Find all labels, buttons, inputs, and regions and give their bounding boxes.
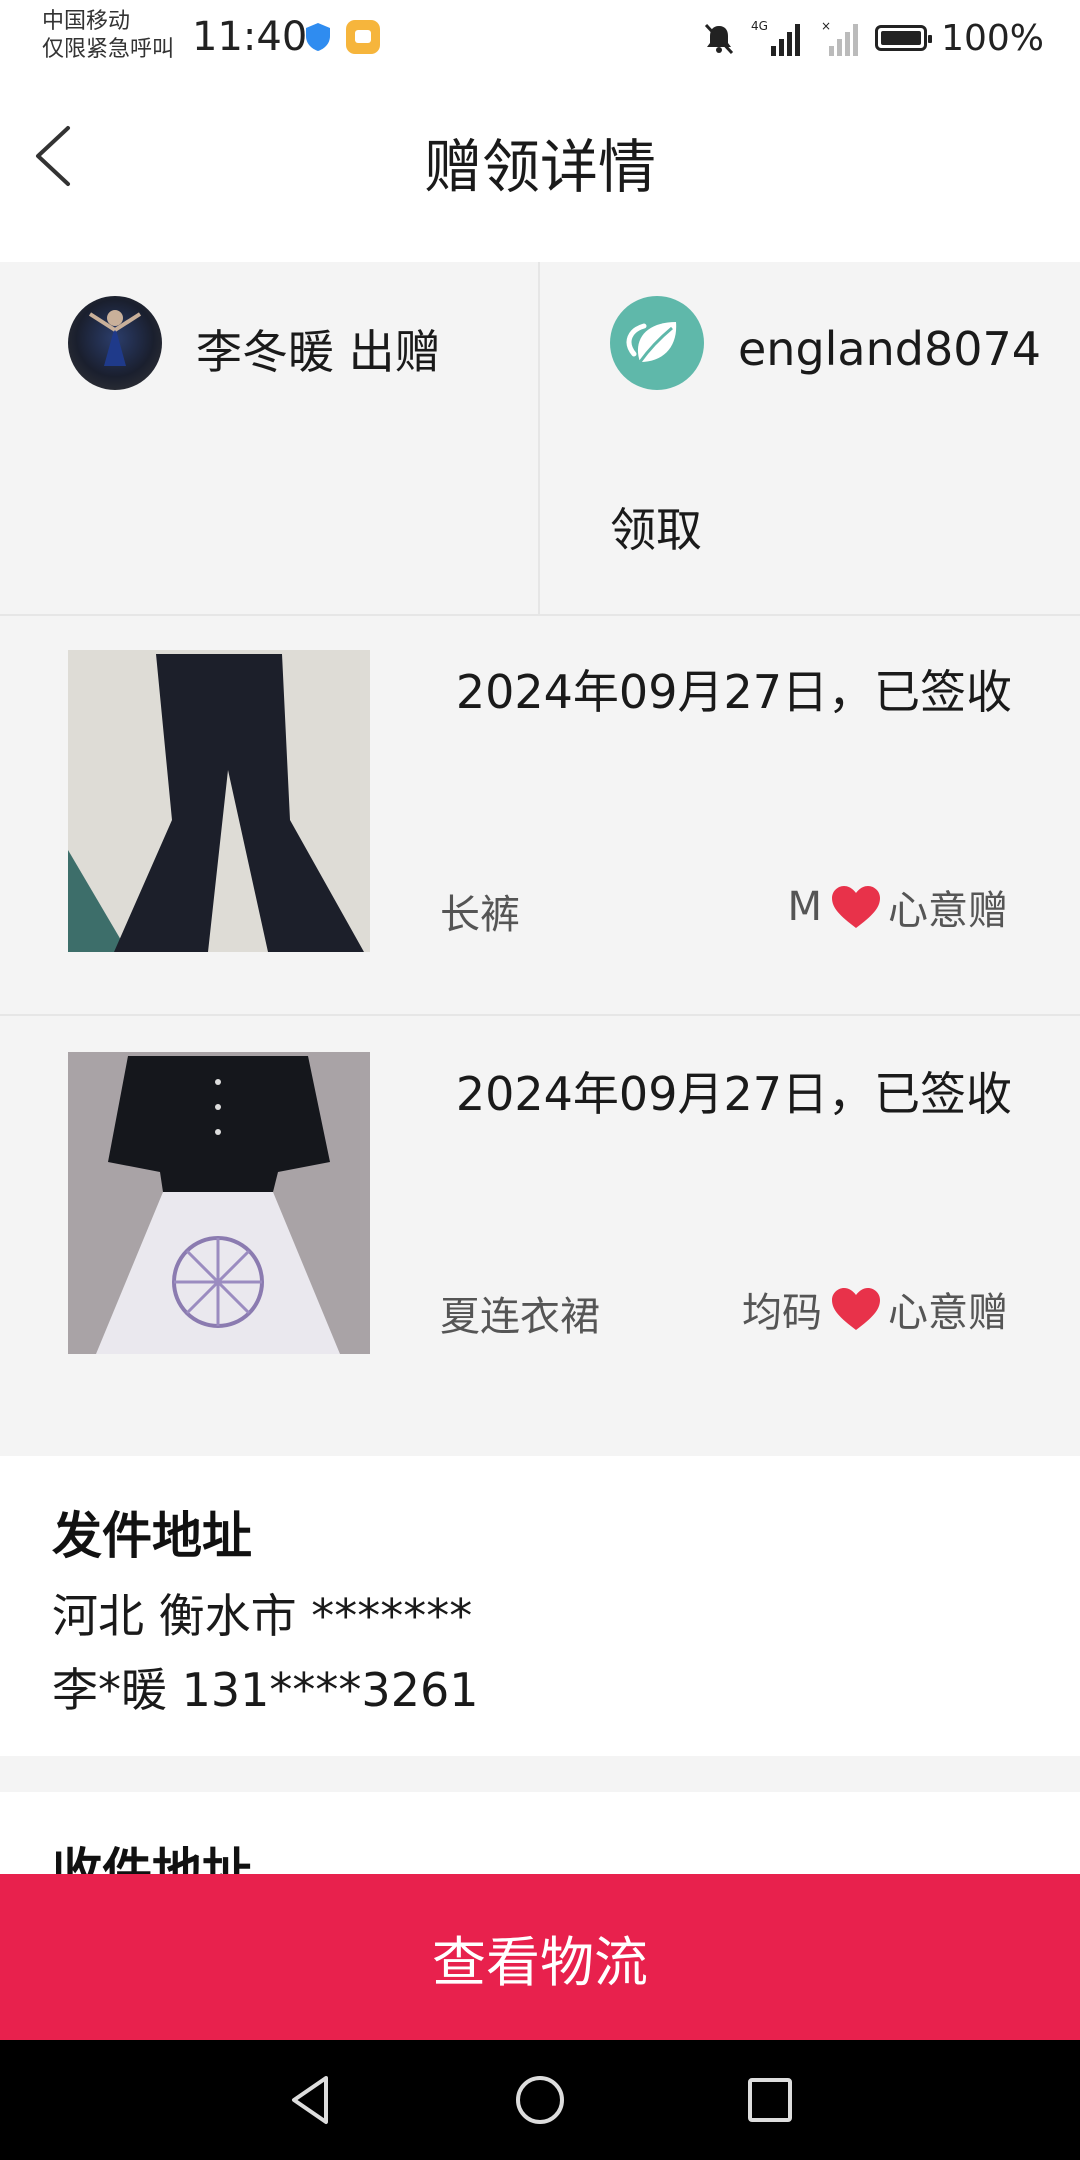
giver-name[interactable]: 李冬暖 出赠 xyxy=(196,316,441,382)
carrier-info: 中国移动 仅限紧急呼叫 xyxy=(42,8,174,64)
list-item[interactable]: 2024年09月27日，已签收 夏连衣裙 均码 心意赠 xyxy=(0,1016,1080,1416)
receiver-name[interactable]: england8074 xyxy=(738,322,1041,376)
person-photo-icon xyxy=(88,310,142,366)
shield-icon xyxy=(306,23,330,51)
section-gap xyxy=(0,1756,1080,1792)
circle-home-icon xyxy=(516,2076,564,2124)
sender-address-section: 发件地址 河北 衡水市 ******* 李*暖 131****3261 xyxy=(0,1456,1080,1756)
triangle-back-icon xyxy=(292,2076,328,2124)
svg-text:×: × xyxy=(821,19,831,33)
header: 赠领详情 xyxy=(0,76,1080,262)
dress-photo-icon xyxy=(68,1052,370,1354)
sender-address-title: 发件地址 xyxy=(52,1507,252,1565)
carrier-status: 仅限紧急呼叫 xyxy=(42,37,175,62)
receive-action-label: 领取 xyxy=(610,503,702,557)
nav-recents-button[interactable] xyxy=(730,2060,810,2140)
sender-address-region: 河北 衡水市 ******* xyxy=(52,1589,473,1643)
sender-contact: 李*暖 131****3261 xyxy=(52,1663,479,1717)
item-tag: 心意赠 xyxy=(888,888,1008,934)
clock: 11:40 xyxy=(192,14,308,60)
page-title: 赠领详情 xyxy=(423,133,656,201)
item-date-status: 2024年09月27日，已签收 xyxy=(455,1067,1012,1121)
view-logistics-button[interactable]: 查看物流 xyxy=(0,1874,1080,2040)
system-nav-bar xyxy=(0,2040,1080,2160)
status-bar: 中国移动 仅限紧急呼叫 11:40 4G × 100% xyxy=(0,0,1080,76)
svg-text:4G: 4G xyxy=(751,19,768,33)
battery-percent: 100% xyxy=(941,17,1044,59)
nav-home-button[interactable] xyxy=(500,2060,580,2140)
heart-icon xyxy=(832,886,880,928)
divider xyxy=(538,262,540,614)
users-row: 李冬暖 出赠 england8074 领取 xyxy=(0,262,1080,616)
receiver-avatar[interactable] xyxy=(610,296,704,390)
giver-avatar[interactable] xyxy=(68,296,162,390)
signal-no-sim-icon: × xyxy=(821,19,859,56)
item-tag: 心意赠 xyxy=(888,1290,1008,1336)
item-size: 均码 xyxy=(742,1290,822,1336)
item-date-status: 2024年09月27日，已签收 xyxy=(455,665,1012,719)
item-photo xyxy=(68,1052,370,1354)
item-meta: 均码 心意赠 xyxy=(742,1280,1008,1338)
square-recents-icon xyxy=(748,2078,792,2122)
list-item[interactable]: 2024年09月27日，已签收 长裤 M 心意赠 xyxy=(0,614,1080,1016)
leaf-logo-icon xyxy=(626,322,677,363)
carrier-name: 中国移动 xyxy=(42,9,131,34)
heart-icon xyxy=(832,1288,880,1330)
item-size: M xyxy=(787,884,822,930)
mute-bell-icon xyxy=(704,23,734,55)
pants-photo-icon xyxy=(68,650,370,952)
app-notification-icon xyxy=(346,20,380,54)
item-photo xyxy=(68,650,370,952)
item-name: 长裤 xyxy=(440,892,520,938)
item-meta: M 心意赠 xyxy=(787,878,1008,936)
battery-icon xyxy=(875,25,933,51)
donation-detail-panel: 李冬暖 出赠 england8074 领取 2024年09月27日，已签收 长裤… xyxy=(0,262,1080,1456)
item-name: 夏连衣裙 xyxy=(440,1294,600,1340)
status-icons: 4G × 100% xyxy=(701,14,1044,62)
signal-4g-icon: 4G xyxy=(751,19,801,56)
nav-back-button[interactable] xyxy=(270,2060,350,2140)
